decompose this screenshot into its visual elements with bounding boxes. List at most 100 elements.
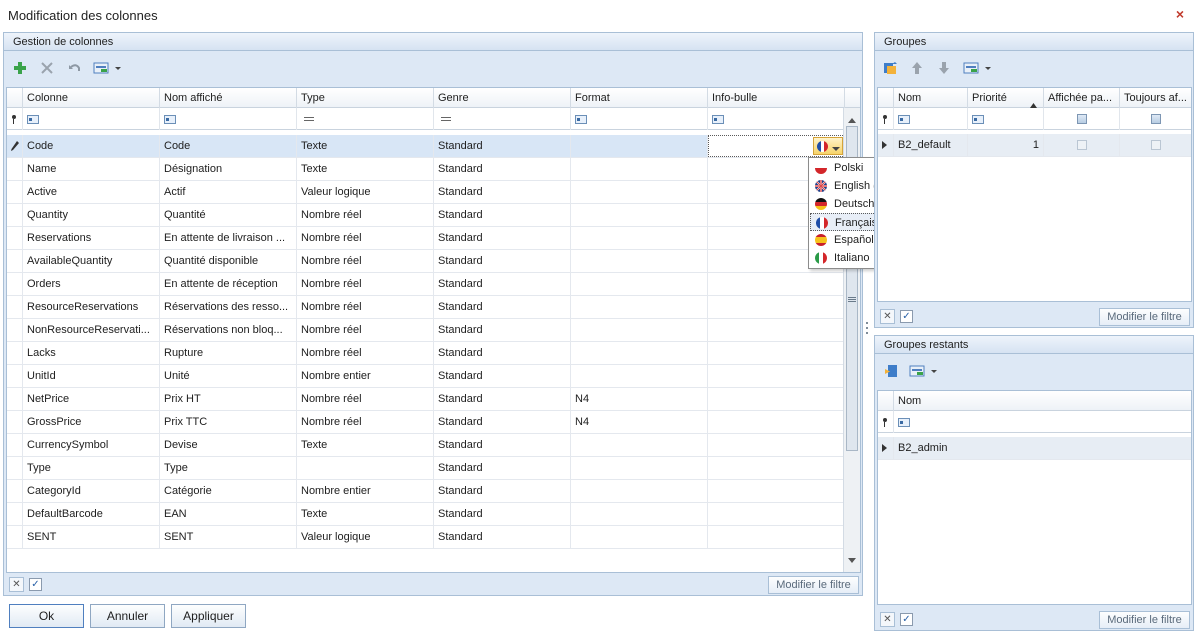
- table-cell[interactable]: [571, 457, 708, 479]
- table-cell[interactable]: [708, 457, 845, 479]
- table-row[interactable]: Reservations En attente de livraison ... N…: [7, 227, 845, 250]
- filter-enabled-checkbox[interactable]: ✓: [29, 578, 42, 591]
- table-cell[interactable]: Réservations non bloq...: [160, 319, 297, 341]
- table-cell[interactable]: [708, 411, 845, 433]
- table-cell[interactable]: NonResourceReservati...: [23, 319, 160, 341]
- table-cell[interactable]: Devise: [160, 434, 297, 456]
- columns-modify-filter-button[interactable]: Modifier le filtre: [768, 576, 859, 594]
- scroll-up-icon[interactable]: [848, 114, 856, 126]
- scroll-down-icon[interactable]: [848, 554, 856, 566]
- filter-nom[interactable]: [894, 411, 1191, 433]
- table-row[interactable]: Quantity Quantité Nombre réel Standard: [7, 204, 845, 227]
- table-cell[interactable]: UnitId: [23, 365, 160, 387]
- table-cell[interactable]: EAN: [160, 503, 297, 525]
- table-cell[interactable]: [571, 273, 708, 295]
- table-cell[interactable]: CategoryId: [23, 480, 160, 502]
- filter-checkbox[interactable]: [1151, 114, 1161, 124]
- group-affichee-checkbox[interactable]: [1044, 134, 1120, 156]
- table-cell[interactable]: Standard: [434, 503, 571, 525]
- table-cell[interactable]: Valeur logique: [297, 526, 434, 548]
- splitter-grip[interactable]: [866, 322, 869, 336]
- table-cell[interactable]: [571, 503, 708, 525]
- table-cell[interactable]: [571, 181, 708, 203]
- table-row[interactable]: CurrencySymbol Devise Texte Standard: [7, 434, 845, 457]
- table-cell[interactable]: Standard: [434, 204, 571, 226]
- table-cell[interactable]: [708, 480, 845, 502]
- table-cell[interactable]: Quantity: [23, 204, 160, 226]
- table-cell[interactable]: [571, 434, 708, 456]
- apply-button[interactable]: Appliquer: [171, 604, 246, 628]
- group-row[interactable]: B2_default 1: [878, 134, 1191, 157]
- groups-modify-filter-button[interactable]: Modifier le filtre: [1099, 308, 1190, 326]
- table-row[interactable]: Orders En attente de réception Nombre réel…: [7, 273, 845, 296]
- table-cell[interactable]: GrossPrice: [23, 411, 160, 433]
- table-cell[interactable]: Quantité: [160, 204, 297, 226]
- table-cell[interactable]: [708, 296, 845, 318]
- col-header-type[interactable]: Type: [297, 88, 434, 108]
- col-header-info-bulle[interactable]: Info-bulle: [708, 88, 845, 108]
- table-cell[interactable]: Nombre réel: [297, 296, 434, 318]
- table-row[interactable]: ResourceReservations Réservations des res…: [7, 296, 845, 319]
- table-cell[interactable]: Type: [23, 457, 160, 479]
- col-header-nom-affiche[interactable]: Nom affiché: [160, 88, 297, 108]
- table-cell[interactable]: Standard: [434, 158, 571, 180]
- remaining-view-options-icon[interactable]: [907, 361, 941, 381]
- table-cell[interactable]: [571, 342, 708, 364]
- table-cell[interactable]: Nombre réel: [297, 342, 434, 364]
- table-cell[interactable]: Actif: [160, 181, 297, 203]
- view-options-icon[interactable]: [91, 58, 125, 78]
- table-cell[interactable]: SENT: [160, 526, 297, 548]
- table-cell[interactable]: Unité: [160, 365, 297, 387]
- table-cell[interactable]: En attente de livraison ...: [160, 227, 297, 249]
- table-cell[interactable]: [708, 503, 845, 525]
- table-cell[interactable]: [708, 365, 845, 387]
- expand-icon[interactable]: [878, 134, 894, 156]
- table-cell[interactable]: Nombre réel: [297, 411, 434, 433]
- info-bulle-editor[interactable]: [708, 135, 845, 157]
- table-cell[interactable]: Standard: [434, 250, 571, 272]
- table-cell[interactable]: Nombre réel: [297, 319, 434, 341]
- remaining-clear-filter-icon[interactable]: ✕: [880, 612, 895, 627]
- table-cell[interactable]: [571, 296, 708, 318]
- table-cell[interactable]: Standard: [434, 273, 571, 295]
- filter-priorite[interactable]: [968, 108, 1044, 130]
- table-cell[interactable]: Prix TTC: [160, 411, 297, 433]
- col-header-colonne[interactable]: Colonne: [23, 88, 160, 108]
- filter-type[interactable]: [297, 108, 434, 130]
- table-cell[interactable]: N4: [571, 411, 708, 433]
- table-cell[interactable]: [571, 250, 708, 272]
- table-cell[interactable]: Code: [160, 135, 297, 157]
- table-cell[interactable]: [571, 204, 708, 226]
- table-cell[interactable]: [571, 158, 708, 180]
- table-cell[interactable]: Orders: [23, 273, 160, 295]
- table-cell[interactable]: [297, 457, 434, 479]
- filter-checkbox[interactable]: [1076, 114, 1087, 124]
- table-cell[interactable]: Nombre réel: [297, 273, 434, 295]
- cancel-button[interactable]: Annuler: [90, 604, 165, 628]
- table-cell[interactable]: Nombre entier: [297, 480, 434, 502]
- table-cell[interactable]: NetPrice: [23, 388, 160, 410]
- table-cell[interactable]: Standard: [434, 181, 571, 203]
- table-cell[interactable]: Standard: [434, 319, 571, 341]
- table-row[interactable]: Lacks Rupture Nombre réel Standard: [7, 342, 845, 365]
- language-dropdown-button[interactable]: [813, 137, 843, 155]
- table-row[interactable]: GrossPrice Prix TTC Nombre réel Standard N4: [7, 411, 845, 434]
- table-cell[interactable]: Texte: [297, 135, 434, 157]
- table-cell[interactable]: Catégorie: [160, 480, 297, 502]
- table-cell[interactable]: Code: [23, 135, 160, 157]
- table-cell[interactable]: [708, 342, 845, 364]
- filter-format[interactable]: [571, 108, 708, 130]
- table-row[interactable]: NetPrice Prix HT Nombre réel Standard N4: [7, 388, 845, 411]
- table-cell[interactable]: Type: [160, 457, 297, 479]
- table-row[interactable]: UnitId Unité Nombre entier Standard: [7, 365, 845, 388]
- col-header-format[interactable]: Format: [571, 88, 708, 108]
- groups-filter-enabled-checkbox[interactable]: ✓: [900, 310, 913, 323]
- table-cell[interactable]: Standard: [434, 526, 571, 548]
- table-cell[interactable]: [571, 365, 708, 387]
- table-cell[interactable]: Nombre réel: [297, 204, 434, 226]
- table-cell[interactable]: [571, 480, 708, 502]
- remaining-group-row[interactable]: B2_admin: [878, 437, 1191, 460]
- col-header-toujours[interactable]: Toujours af...: [1120, 88, 1191, 108]
- table-cell[interactable]: Standard: [434, 365, 571, 387]
- table-cell[interactable]: Nombre réel: [297, 388, 434, 410]
